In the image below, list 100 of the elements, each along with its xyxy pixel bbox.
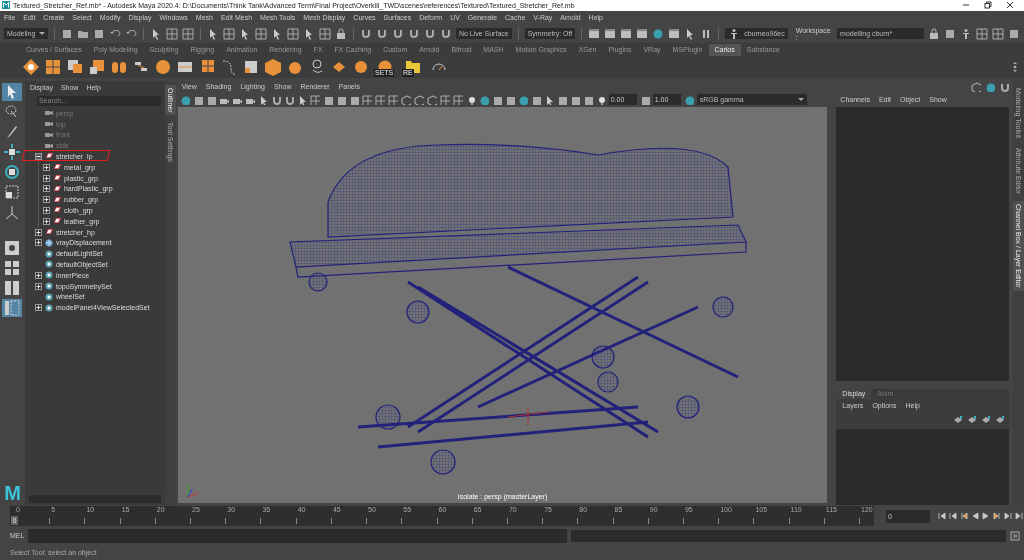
group-icon bbox=[52, 217, 61, 226]
scrollbar[interactable] bbox=[28, 495, 161, 504]
expand-toggle[interactable] bbox=[34, 282, 42, 290]
grid-icon[interactable] bbox=[976, 27, 989, 40]
grid-icon[interactable] bbox=[165, 27, 178, 40]
clapboard-icon[interactable] bbox=[588, 27, 601, 40]
diamond-icon[interactable] bbox=[22, 57, 40, 76]
close-icon[interactable] bbox=[1006, 1, 1014, 10]
square-icon[interactable] bbox=[530, 94, 541, 105]
grid-icon[interactable] bbox=[452, 94, 463, 105]
expand-toggle[interactable] bbox=[42, 196, 50, 204]
key-back-icon[interactable] bbox=[960, 512, 968, 521]
layer-icon[interactable] bbox=[953, 414, 963, 425]
grid-icon[interactable] bbox=[222, 27, 235, 40]
grid-icon[interactable] bbox=[361, 94, 372, 105]
tool-button[interactable] bbox=[2, 142, 23, 161]
magnet-icon[interactable] bbox=[270, 94, 281, 105]
layer-icon[interactable] bbox=[995, 414, 1005, 425]
key-forward-icon[interactable] bbox=[993, 512, 1001, 521]
expand-toggle[interactable] bbox=[34, 304, 42, 312]
grid-icon[interactable] bbox=[286, 27, 299, 40]
expand-toggle[interactable] bbox=[42, 206, 50, 214]
magnet-icon[interactable] bbox=[999, 81, 1009, 92]
axis-gizmo-icon bbox=[187, 484, 199, 498]
layer-icon[interactable] bbox=[981, 414, 991, 425]
script-editor-icon[interactable] bbox=[1010, 530, 1020, 541]
expand-toggle[interactable] bbox=[34, 152, 42, 160]
grid-icon[interactable] bbox=[254, 27, 267, 40]
expand-toggle[interactable] bbox=[34, 271, 42, 279]
four-view-icon bbox=[3, 258, 22, 277]
skip-back-icon[interactable] bbox=[938, 512, 946, 521]
clapboard-icon[interactable] bbox=[636, 27, 649, 40]
square-icon[interactable] bbox=[556, 94, 567, 105]
expand-toggle[interactable] bbox=[34, 228, 42, 236]
skip-forward-icon[interactable] bbox=[1015, 512, 1023, 521]
expand-toggle[interactable] bbox=[34, 239, 42, 247]
square-icon[interactable] bbox=[639, 94, 650, 105]
magnet-icon[interactable] bbox=[359, 27, 372, 40]
square-icon[interactable] bbox=[192, 94, 203, 105]
expand-toggle[interactable] bbox=[42, 217, 50, 225]
square-icon[interactable] bbox=[335, 94, 346, 105]
scroll-arrows-icon[interactable] bbox=[1012, 60, 1018, 73]
magnet-icon[interactable] bbox=[423, 27, 436, 40]
clapboard-icon[interactable] bbox=[604, 27, 617, 40]
step-back-icon[interactable] bbox=[949, 512, 957, 521]
square-icon[interactable] bbox=[66, 57, 84, 76]
globe-icon bbox=[44, 238, 53, 247]
grid-icon[interactable] bbox=[439, 94, 450, 105]
group-icon bbox=[52, 206, 61, 215]
square-icon[interactable] bbox=[491, 94, 502, 105]
play-back-icon[interactable] bbox=[971, 512, 979, 521]
play-icon[interactable] bbox=[982, 512, 990, 521]
caret-icon[interactable] bbox=[797, 97, 804, 103]
square-icon[interactable] bbox=[92, 27, 105, 40]
command-input-field[interactable] bbox=[28, 528, 568, 543]
lock-icon[interactable] bbox=[334, 27, 347, 40]
square-icon[interactable] bbox=[88, 57, 106, 76]
lock-icon[interactable] bbox=[928, 27, 941, 40]
square-icon[interactable] bbox=[205, 94, 216, 105]
layer-icon[interactable] bbox=[967, 414, 977, 425]
square-icon[interactable] bbox=[582, 94, 593, 105]
magnet-icon[interactable] bbox=[391, 27, 404, 40]
square-icon[interactable] bbox=[569, 94, 580, 105]
square-icon[interactable] bbox=[1008, 27, 1021, 40]
grid-icon[interactable] bbox=[992, 27, 1005, 40]
expand-toggle[interactable] bbox=[42, 163, 50, 171]
clapboard-icon[interactable] bbox=[668, 27, 681, 40]
grid-icon[interactable] bbox=[44, 57, 62, 76]
circle-icon[interactable] bbox=[652, 27, 665, 40]
grid-icon[interactable] bbox=[387, 94, 398, 105]
tool-button[interactable] bbox=[2, 298, 23, 317]
restore-icon[interactable] bbox=[984, 1, 992, 10]
square-icon[interactable] bbox=[504, 94, 515, 105]
expand-toggle[interactable] bbox=[42, 185, 50, 193]
tool-button[interactable] bbox=[2, 82, 23, 101]
expand-toggle[interactable] bbox=[42, 174, 50, 182]
caret-icon[interactable] bbox=[39, 31, 46, 37]
magnet-icon[interactable] bbox=[283, 94, 294, 105]
grid-origin-icon bbox=[507, 406, 549, 426]
grid-icon[interactable] bbox=[318, 27, 331, 40]
grid-icon[interactable] bbox=[374, 94, 385, 105]
curve-icon[interactable] bbox=[220, 57, 238, 76]
sphere-icon[interactable] bbox=[154, 57, 172, 76]
outliner-view-icon bbox=[3, 298, 22, 317]
group-icon bbox=[52, 174, 61, 183]
square-icon[interactable] bbox=[348, 94, 359, 105]
rotate-icon bbox=[3, 162, 22, 181]
group-icon bbox=[52, 195, 61, 204]
scale-icon bbox=[3, 182, 22, 201]
square-icon[interactable] bbox=[60, 27, 73, 40]
grid-icon[interactable] bbox=[309, 94, 320, 105]
group-icon bbox=[44, 152, 53, 161]
step-forward-icon[interactable] bbox=[1004, 512, 1012, 521]
magnet-icon[interactable] bbox=[375, 27, 388, 40]
magnet-icon[interactable] bbox=[407, 27, 420, 40]
clapboard-icon[interactable] bbox=[620, 27, 633, 40]
square-icon[interactable] bbox=[944, 27, 957, 40]
grid-icon[interactable] bbox=[181, 27, 194, 40]
magnet-icon[interactable] bbox=[439, 27, 452, 40]
square-icon[interactable] bbox=[322, 94, 333, 105]
